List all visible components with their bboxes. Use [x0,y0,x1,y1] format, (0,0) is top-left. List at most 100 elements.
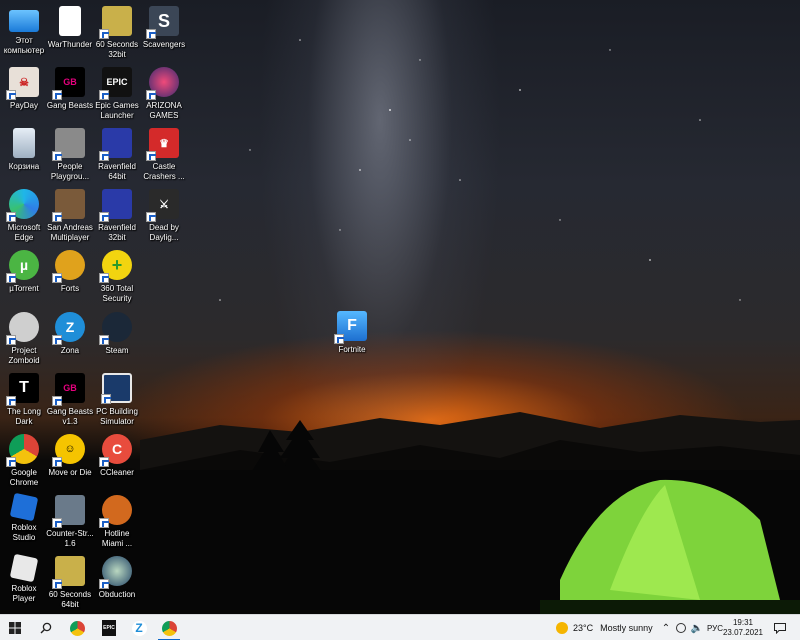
desktop-icon-label: PC Building Simulator [96,407,138,426]
desktop-icon-label: CCleaner [100,468,134,477]
zona-icon: Z [131,620,147,636]
desktop-icon-the-long-dark[interactable]: T The Long Dark [0,371,48,431]
notifications-button[interactable] [772,615,788,640]
desktop-icon-arizona-games[interactable]: ARIZONA GAMES [140,65,188,125]
desktop-icon-gang-beasts[interactable]: GB Gang Beasts [46,65,94,125]
desktop-icon-60-seconds-32bit[interactable]: 60 Seconds 32bit [93,4,141,64]
show-hidden-icons-button[interactable]: ⌃ [660,615,672,640]
desktop-icon-label: Dead by Daylig... [149,223,179,242]
desktop-icon-epic-games[interactable]: EPIC Epic Games Launcher [93,65,141,125]
desktop-icon-recycle-bin[interactable]: Корзина [0,126,48,186]
desktop-icon-label: Zona [60,346,80,355]
desktop-icon-project-zomboid[interactable]: Project Zomboid [0,310,48,370]
desktop-icon-samp[interactable]: San Andreas Multiplayer [46,187,94,247]
desktop-icon-ravenfield-64bit[interactable]: Ravenfield 64bit [93,126,141,186]
forts-icon [52,250,85,283]
desktop-icon-roblox-studio[interactable]: Roblox Studio [0,492,48,553]
samp-icon [52,189,85,222]
desktop-icon-payday[interactable]: ☠ PayDay [0,65,48,125]
desktop-icon-gang-beasts-v13[interactable]: GB Gang Beasts v1.3 [46,371,94,431]
castle-crashers-icon: ♛ [146,128,179,161]
desktop-icon-label: Forts [60,284,80,293]
desktop-icon-label: Корзина [8,162,40,171]
ccleaner-icon: C [99,434,132,467]
desktop-icon-label: 60 Seconds 32bit [95,40,139,59]
desktop-icon-warthunder[interactable]: WarThunder [46,4,94,64]
taskbar-chrome-active[interactable] [154,615,184,640]
desktop-icon-utorrent[interactable]: µ µTorrent [0,248,48,308]
zona-icon: Z [52,312,85,345]
desktop-icon-label: Hotline Miami ... [101,529,133,548]
desktop-icon-google-chrome[interactable]: Google Chrome [0,432,48,492]
chrome-icon [6,434,39,467]
desktop-icon-counter-strike[interactable]: Counter-Str... 1.6 [46,493,94,553]
file-icon [59,6,81,36]
chrome-icon [69,620,85,636]
utorrent-icon: µ [6,250,39,283]
desktop-icon-pc-building-simulator[interactable]: PC Building Simulator [93,371,141,431]
start-button[interactable] [0,615,30,640]
speaker-icon: 🔈 [690,622,704,634]
tray-steam[interactable] [674,615,688,640]
desktop-icon-label: Epic Games Launcher [95,101,139,120]
weather-widget[interactable]: 23°C Mostly sunny [556,615,653,640]
desktop-icon-label: Google Chrome [9,468,39,487]
desktop-icon-edge[interactable]: Microsoft Edge [0,187,48,247]
scavengers-icon: S [146,6,179,39]
desktop-icon-360-total-security[interactable]: + 360 Total Security [93,248,141,308]
desktop-icon-label: Project Zomboid [8,346,40,365]
desktop-icon-ccleaner[interactable]: C CCleaner [93,432,141,492]
chrome-alt-icon [161,620,177,636]
desktop-icon-roblox-player[interactable]: Roblox Player [0,553,48,614]
fortnite-icon: F [334,311,367,344]
desktop-icon-hotline-miami[interactable]: Hotline Miami ... [93,493,141,553]
move-or-die-icon: ☺ [52,434,85,467]
taskbar-epic-games[interactable]: EPIC [94,615,124,640]
desktop-icon-this-pc[interactable]: Этот компьютер [0,4,48,64]
desktop-icon-obduction[interactable]: Obduction [93,554,141,614]
desktop-icon-label: San Andreas Multiplayer [47,223,93,242]
desktop-icon-fortnite[interactable]: F Fortnite [328,309,376,369]
desktop-icon-label: ARIZONA GAMES [146,101,182,120]
chevron-up-icon: ⌃ [661,622,671,634]
hotline-miami-icon [99,495,132,528]
desktop-icon-label: Steam [105,346,129,355]
desktop-icon-move-or-die[interactable]: ☺ Move or Die [46,432,94,492]
desktop-icon-steam[interactable]: Steam [93,310,141,370]
desktop-icon-zona[interactable]: Z Zona [46,310,94,370]
steam-icon [99,312,132,345]
epic-games-icon: EPIC [99,67,132,100]
gang-beasts-icon: GB [52,373,85,406]
desktop-icon-people-playground[interactable]: People Playgrou... [46,126,94,186]
counter-strike-icon [52,495,85,528]
roblox-studio-icon [9,492,39,522]
search-button[interactable] [32,615,60,640]
search-icon [40,622,52,634]
gang-beasts-icon: GB [52,67,85,100]
desktop-icon-label: Fortnite [338,345,366,354]
the-long-dark-icon: T [6,373,39,406]
desktop-icon-label: Ravenfield 64bit [98,162,136,181]
project-zomboid-icon [6,312,39,345]
clock-time: 19:31 [732,618,754,627]
clock[interactable]: 19:31 23.07.2021 [718,618,768,638]
desktop-icon-scavengers[interactable]: S Scavengers [140,4,188,64]
desktop-icon-dead-by-daylight[interactable]: ⚔ Dead by Daylig... [140,187,188,247]
weather-temperature: 23°C [573,623,594,633]
sixty-seconds-icon [52,556,85,589]
desktop-icon-castle-crashers[interactable]: ♛ Castle Crashers ... [140,126,188,186]
recycle-bin-icon [13,128,35,158]
taskbar-chrome[interactable] [62,615,92,640]
taskbar: EPIC Z 23°C Mostly sunny ⌃ 🔈 РУС 19:31 2… [0,614,800,640]
taskbar-zona[interactable]: Z [124,615,154,640]
desktop-icon-forts[interactable]: Forts [46,248,94,308]
obduction-icon [99,556,132,589]
desktop-icon-60-seconds-64bit[interactable]: 60 Seconds 64bit [46,554,94,614]
edge-icon [6,189,39,222]
pc-building-simulator-icon [101,373,132,404]
volume-button[interactable]: 🔈 [690,615,704,640]
desktop-icon-ravenfield-32bit[interactable]: Ravenfield 32bit [93,187,141,247]
desktop-icon-label: Gang Beasts v1.3 [46,407,94,426]
roblox-player-icon [9,553,39,583]
desktop-icon-label: Move or Die [48,468,92,477]
